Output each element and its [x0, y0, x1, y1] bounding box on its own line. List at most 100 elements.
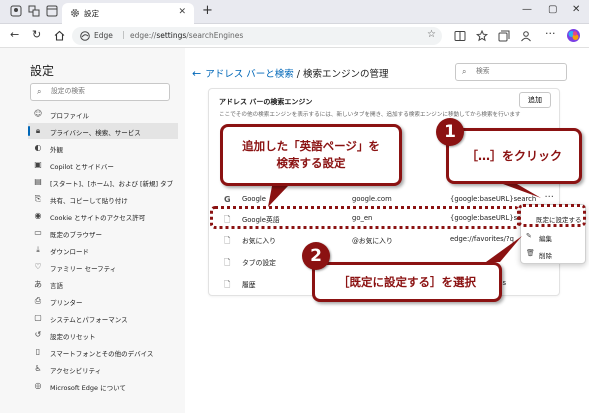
- engine-url: edge://favorites/?q: [450, 235, 514, 243]
- language-icon: あ: [34, 280, 42, 289]
- close-window-icon[interactable]: ✕: [572, 4, 580, 15]
- download-icon: ⤓: [36, 245, 40, 254]
- tab-title: 設定: [84, 9, 99, 18]
- trash-icon: 🗑︎: [526, 249, 535, 257]
- edit-icon: ✎: [526, 232, 532, 240]
- settings-search-input[interactable]: [51, 87, 161, 95]
- sidebar-item-downloads[interactable]: ⤓ ダウンロード: [28, 242, 178, 258]
- workspaces-icon[interactable]: [28, 5, 40, 17]
- tab-actions-icon[interactable]: [46, 5, 58, 17]
- sidebar-title: 設定: [30, 64, 55, 78]
- engine-row-favorites: 🗋 お気に入り @お気に入り edge://favorites/?q: [216, 230, 556, 250]
- sidebar-item-accessibility[interactable]: ♿︎ アクセシビリティ: [28, 361, 178, 377]
- sidebar-item-cookies[interactable]: ◉ Cookie とサイトのアクセス許可: [28, 208, 178, 224]
- engine-search[interactable]: ⌕: [455, 63, 567, 81]
- back-icon[interactable]: ←: [10, 28, 19, 41]
- page-icon: 🗋: [224, 236, 231, 245]
- sidebar-item-phone[interactable]: ▯ スマートフォンとその他のデバイス: [28, 344, 178, 360]
- url-text: edge://settings/searchEngines: [130, 31, 244, 40]
- home-icon[interactable]: [54, 30, 65, 41]
- system-icon: ▢: [34, 313, 42, 322]
- favorite-star-icon[interactable]: ☆: [427, 29, 436, 40]
- breadcrumb-separator: /: [293, 69, 303, 80]
- card-title: アドレス バーの検索エンジン: [219, 98, 313, 106]
- engine-keyword: @お気に入り: [352, 237, 393, 245]
- sidebar-item-copilot[interactable]: ▣ Copilot とサイドバー: [28, 157, 178, 173]
- close-tab-icon[interactable]: ✕: [178, 7, 186, 17]
- sidebar-item-reset[interactable]: ↺ 設定のリセット: [28, 327, 178, 343]
- collections-icon[interactable]: [498, 30, 510, 42]
- tab-strip: 設定 ✕ + — ▢ ✕: [0, 0, 589, 24]
- favorites-icon[interactable]: [476, 30, 488, 42]
- sidebar-item-share[interactable]: ⎘ 共有、コピーして貼り付け: [28, 191, 178, 207]
- highlight-row: [210, 206, 520, 229]
- split-screen-icon[interactable]: [454, 30, 466, 42]
- engine-url: {google:baseURL}search: [450, 195, 537, 203]
- appearance-icon: ◐: [34, 143, 42, 152]
- accessibility-icon: ♿︎: [34, 364, 42, 373]
- edge-logo-icon: [80, 31, 90, 41]
- edge-icon: ◎: [34, 381, 42, 390]
- sidebar-item-family[interactable]: ♡ ファミリー セーフティ: [28, 259, 178, 275]
- highlight-set-default: [518, 204, 586, 227]
- phone-icon: ▯: [35, 347, 41, 356]
- edge-label: Edge: [94, 31, 113, 40]
- sidebar-item-start-page[interactable]: ▤ [スタート]、[ホーム]、および [新規] タブ: [28, 174, 178, 190]
- url-separator: |: [122, 30, 125, 39]
- sidebar-item-system[interactable]: ▢ システムとパフォーマンス: [28, 310, 178, 326]
- callout-added-setting: 追加した「英語ページ」を 検索する設定: [220, 124, 402, 186]
- menu-item-edit[interactable]: ✎ 編集: [521, 229, 587, 246]
- sidebar-item-privacy[interactable]: 🔒︎ プライバシー、検索、サービス: [28, 123, 178, 139]
- more-menu-icon[interactable]: ···: [545, 27, 556, 40]
- sidebar-item-languages[interactable]: あ言語: [28, 276, 178, 292]
- address-bar: ← ↻ Edge | edge://settings/searchEngines…: [0, 24, 589, 48]
- printer-icon: ⎙: [34, 296, 42, 305]
- sidebar-item-about[interactable]: ◎ Microsoft Edge について: [28, 378, 178, 394]
- step-badge-2: 2: [302, 242, 330, 270]
- copilot-sidebar-icon: ▣: [34, 160, 42, 169]
- back-arrow-icon[interactable]: ←: [192, 67, 201, 80]
- step-badge-1: 1: [436, 118, 464, 146]
- engine-keyword: google.com: [352, 195, 392, 203]
- search-icon: ⌕: [37, 87, 42, 96]
- lock-icon: 🔒︎: [35, 126, 41, 135]
- engine-name: タブの設定: [242, 259, 276, 267]
- copilot-icon[interactable]: [566, 28, 581, 43]
- tab-settings[interactable]: 設定 ✕: [62, 3, 194, 24]
- engine-name: お気に入り: [242, 237, 276, 245]
- add-engine-button[interactable]: 追加: [519, 92, 551, 108]
- callout-select-default: ［既定に設定する］を選択: [312, 262, 502, 302]
- maximize-icon[interactable]: ▢: [548, 4, 557, 15]
- settings-search[interactable]: ⌕: [30, 83, 170, 101]
- sidebar-item-appearance[interactable]: ◐ 外観: [28, 140, 178, 156]
- sidebar-item-default-browser[interactable]: ▭ 既定のブラウザー: [28, 225, 178, 241]
- callout-click-more: ［…］をクリック: [446, 128, 582, 184]
- new-tab-button[interactable]: +: [202, 3, 213, 18]
- breadcrumb-link[interactable]: アドレス バーと検索: [205, 69, 294, 80]
- start-page-icon: ▤: [34, 177, 42, 186]
- engine-name: Google: [242, 195, 266, 203]
- profile-icon[interactable]: [10, 5, 22, 17]
- more-actions-icon[interactable]: ···: [544, 192, 554, 203]
- url-field[interactable]: Edge | edge://settings/searchEngines ☆: [72, 27, 442, 45]
- engine-search-input[interactable]: [476, 67, 556, 75]
- card-description: ここでその他の検索エンジンを表示するには、新しいタブを開き、追加する検索エンジン…: [219, 112, 521, 118]
- refresh-icon[interactable]: ↻: [32, 28, 41, 41]
- breadcrumb: ← アドレス バーと検索 / 検索エンジンの管理: [192, 66, 389, 80]
- minimize-icon[interactable]: —: [522, 4, 532, 15]
- sidebar-item-profile[interactable]: ☺ プロファイル: [28, 106, 178, 122]
- reset-icon: ↺: [34, 330, 42, 339]
- search-icon: ⌕: [462, 67, 467, 76]
- browser-icon: ▭: [34, 228, 42, 237]
- page-title: 検索エンジンの管理: [303, 69, 389, 80]
- page-icon: 🗋: [224, 258, 231, 267]
- google-icon: G: [224, 195, 231, 204]
- sidebar-item-printers[interactable]: ⎙ プリンター: [28, 293, 178, 309]
- person-icon: ☺: [33, 109, 43, 118]
- cookie-icon: ◉: [34, 211, 42, 220]
- share-icon: ⎘: [34, 194, 42, 203]
- menu-item-delete[interactable]: 🗑︎ 削除: [521, 246, 587, 263]
- gear-icon: [71, 9, 79, 17]
- profile-avatar-icon[interactable]: [520, 30, 532, 42]
- engine-name: 履歴: [242, 281, 256, 289]
